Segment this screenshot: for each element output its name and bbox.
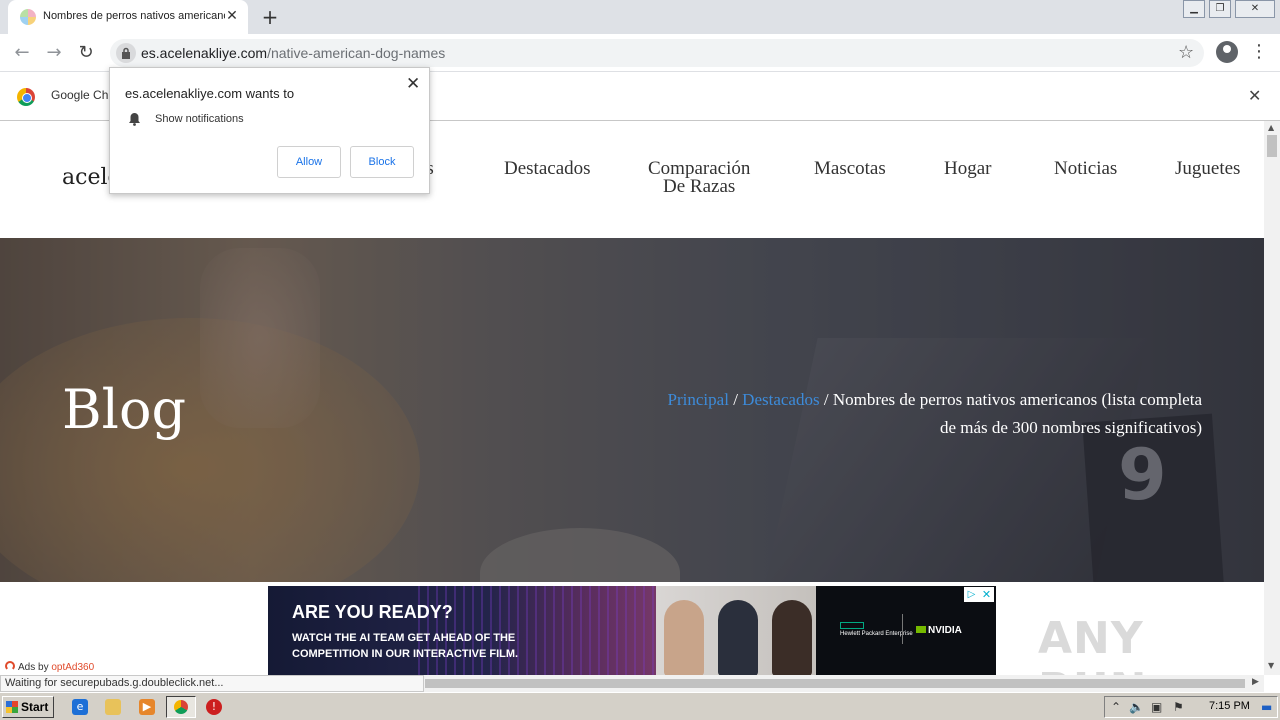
- nav-item-juguetes[interactable]: Juguetes: [1175, 159, 1240, 178]
- flag-icon[interactable]: ⚑: [1173, 700, 1184, 714]
- browser-tab[interactable]: Nombres de perros nativos americanos ✕: [8, 0, 248, 34]
- ads-brand-text: optAd360: [51, 662, 95, 673]
- address-bar[interactable]: es.acelenakliye.com/native-american-dog-…: [110, 39, 1204, 67]
- minimize-button[interactable]: ▁: [1183, 0, 1205, 18]
- tab-strip: Nombres de perros nativos americanos ✕ +…: [0, 0, 1280, 34]
- ad-subline: WATCH THE AI TEAM GET AHEAD OF THE COMPE…: [292, 632, 519, 660]
- breadcrumb-separator: /: [733, 390, 738, 409]
- url-host: es.acelenakliye.com: [141, 45, 268, 61]
- url-text[interactable]: es.acelenakliye.com/native-american-dog-…: [141, 45, 445, 61]
- block-button[interactable]: Block: [350, 146, 414, 178]
- chrome-taskbar-button[interactable]: [166, 696, 196, 718]
- profile-avatar-icon[interactable]: [1216, 41, 1238, 63]
- start-button[interactable]: Start: [2, 696, 54, 718]
- ad-banner[interactable]: ARE YOU READY? WATCH THE AI TEAM GET AHE…: [268, 586, 996, 675]
- breadcrumb: Principal / Destacados / Nombres de perr…: [660, 386, 1202, 442]
- nav-item-noticias[interactable]: Noticias: [1054, 159, 1117, 178]
- scroll-right-icon[interactable]: ▶: [1252, 677, 1259, 687]
- maximize-button[interactable]: ❐: [1209, 0, 1231, 18]
- popup-close-icon[interactable]: ✕: [406, 74, 420, 94]
- reload-icon[interactable]: ↻: [74, 41, 98, 65]
- adchoices-icon[interactable]: ▷: [964, 587, 979, 602]
- ad-people-image: [656, 586, 816, 675]
- bell-icon: [129, 113, 140, 126]
- ad-left-panel: ARE YOU READY? WATCH THE AI TEAM GET AHE…: [268, 586, 668, 675]
- ad-divider: [902, 614, 903, 644]
- ads-by-label[interactable]: Ads by optAd360: [5, 661, 94, 673]
- internet-explorer-icon[interactable]: e: [72, 699, 88, 715]
- status-bar: Waiting for securepubads.g.doubleclick.n…: [0, 675, 424, 692]
- nav-item-mascotas[interactable]: Mascotas: [814, 159, 886, 178]
- opera-icon[interactable]: !: [206, 699, 222, 715]
- vertical-scrollbar[interactable]: ▲ ▼: [1264, 121, 1280, 675]
- scroll-up-icon[interactable]: ▲: [1268, 123, 1274, 132]
- media-player-icon[interactable]: ▶: [139, 699, 155, 715]
- scroll-thumb[interactable]: [1267, 135, 1277, 157]
- nav-item-hogar[interactable]: Hogar: [944, 159, 991, 178]
- volume-icon[interactable]: 🔈: [1129, 700, 1144, 714]
- ad-close-icon[interactable]: ✕: [979, 587, 994, 602]
- nvidia-logo: NVIDIA: [916, 625, 962, 636]
- ad-person: [772, 600, 812, 675]
- tab-close-icon[interactable]: ✕: [224, 8, 240, 24]
- info-bar-close-icon[interactable]: ✕: [1248, 86, 1261, 105]
- tab-title: Nombres de perros nativos americanos: [43, 10, 225, 22]
- breadcrumb-home-link[interactable]: Principal: [668, 390, 729, 409]
- show-desktop-icon[interactable]: ▬: [1261, 700, 1272, 714]
- notification-permission-popup: es.acelenakliye.com wants to ✕ Show noti…: [109, 67, 430, 194]
- chrome-icon: [174, 700, 188, 714]
- breadcrumb-current: Nombres de perros nativos americanos (li…: [832, 390, 1202, 437]
- hero-banner: 9 Blog Principal / Destacados / Nombres …: [0, 238, 1264, 582]
- menu-kebab-icon[interactable]: ⋮: [1250, 42, 1268, 62]
- lock-icon[interactable]: [116, 43, 136, 63]
- web-page: acele as Destacados Comparación De Razas…: [0, 121, 1264, 675]
- system-tray: ⌃ 🔈 ▣ ⚑ 7:15 PM ▬: [1104, 696, 1278, 718]
- info-bar-text: Google Ch: [51, 88, 109, 102]
- forward-arrow-icon[interactable]: →: [42, 41, 66, 65]
- screen: Nombres de perros nativos americanos ✕ +…: [0, 0, 1280, 720]
- nav-item-comparacion-de-razas[interactable]: Comparación De Razas: [648, 159, 750, 197]
- site-favicon-icon: [20, 9, 36, 25]
- back-arrow-icon[interactable]: ←: [10, 41, 34, 65]
- bookmark-star-icon[interactable]: ☆: [1178, 42, 1194, 63]
- windows-taskbar: Start e ▶ ! ⌃ 🔈 ▣ ⚑ 7:15 PM ▬: [0, 692, 1280, 720]
- tray-expand-icon[interactable]: ⌃: [1111, 700, 1121, 714]
- allow-button[interactable]: Allow: [277, 146, 341, 178]
- url-path: /native-american-dog-names: [267, 45, 446, 61]
- anyrun-watermark: ANY RUN: [1038, 613, 1146, 675]
- breadcrumb-separator: /: [823, 390, 829, 409]
- ads-by-text: Ads by: [18, 662, 49, 673]
- window-close-button[interactable]: ✕: [1235, 0, 1275, 18]
- nav-item-destacados[interactable]: Destacados: [504, 159, 591, 178]
- nav-item-line: De Razas: [663, 176, 736, 197]
- folder-icon[interactable]: [105, 699, 121, 715]
- chrome-logo-icon: [17, 88, 35, 106]
- hscroll-thumb[interactable]: [425, 679, 1245, 688]
- ad-headline: ARE YOU READY?: [292, 602, 453, 622]
- optad-icon: [5, 661, 15, 671]
- new-tab-button[interactable]: +: [258, 5, 282, 29]
- clock[interactable]: 7:15 PM: [1209, 700, 1250, 712]
- scroll-down-icon[interactable]: ▼: [1268, 661, 1274, 670]
- ad-person: [718, 600, 758, 675]
- popup-permission-text: Show notifications: [155, 113, 244, 125]
- breadcrumb-section-link[interactable]: Destacados: [742, 390, 819, 409]
- ad-person: [664, 600, 704, 675]
- page-title: Blog: [62, 378, 187, 441]
- popup-title: es.acelenakliye.com wants to: [125, 86, 295, 101]
- network-icon[interactable]: ▣: [1151, 700, 1162, 714]
